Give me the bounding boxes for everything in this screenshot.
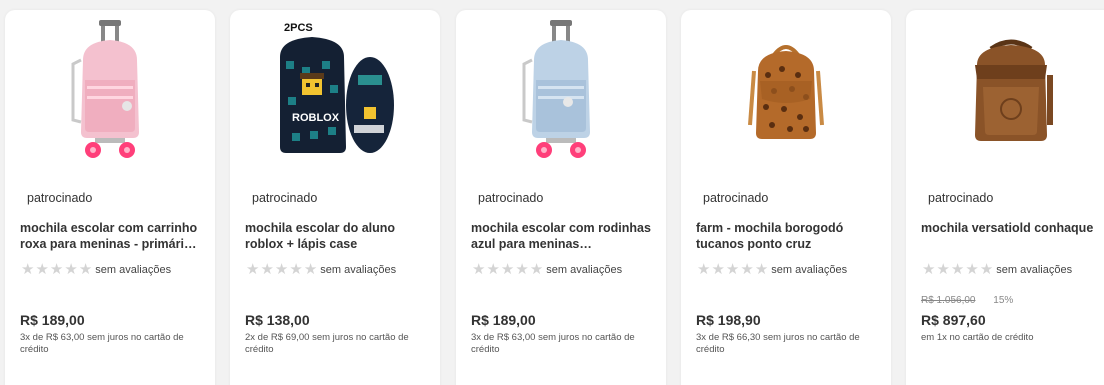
rating-label: sem avaliações bbox=[546, 264, 623, 276]
blue-trolley-backpack-icon bbox=[522, 20, 590, 158]
product-card[interactable]: patrocinado mochila escolar com carrinho… bbox=[5, 10, 215, 385]
rating-label: sem avaliações bbox=[771, 264, 848, 276]
star-icon: ★ bbox=[64, 261, 78, 278]
rating: ★ ★ ★ ★ ★ sem avaliações bbox=[472, 261, 623, 278]
star-icon: ★ bbox=[979, 261, 994, 278]
rating: ★ ★ ★ ★ ★ sem avaliações bbox=[922, 261, 1073, 278]
product-card[interactable]: patrocinado farm - mochila borogodó tuca… bbox=[681, 10, 891, 385]
product-card[interactable]: 2PCS ROBLOX patrocinado mochila escolar … bbox=[230, 10, 440, 385]
installments: 3x de R$ 63,00 sem juros no cartão de cr… bbox=[471, 332, 635, 355]
star-icon: ★ bbox=[486, 261, 500, 278]
star-icon: ★ bbox=[754, 261, 769, 278]
rating-label: sem avaliações bbox=[996, 264, 1073, 276]
installments: 3x de R$ 63,00 sem juros no cartão de cr… bbox=[20, 332, 184, 355]
product-name[interactable]: mochila escolar com carrinho roxa para m… bbox=[20, 220, 206, 252]
leopard-backpack-icon bbox=[748, 45, 824, 139]
roblox-backpack-icon: 2PCS ROBLOX bbox=[280, 22, 394, 153]
price: R$ 138,00 bbox=[245, 312, 310, 328]
sponsored-label: patrocinado bbox=[478, 191, 544, 205]
product-image[interactable] bbox=[906, 10, 1104, 170]
star-icon: ★ bbox=[950, 261, 965, 278]
product-name[interactable]: mochila escolar do aluno roblox + lápis … bbox=[245, 220, 431, 252]
price: R$ 198,90 bbox=[696, 312, 761, 328]
star-icon: ★ bbox=[260, 261, 274, 278]
product-card[interactable]: patrocinado mochila escolar com rodinhas… bbox=[456, 10, 666, 385]
star-icon: ★ bbox=[49, 261, 64, 278]
star-icon: ★ bbox=[529, 261, 544, 278]
price: R$ 189,00 bbox=[20, 312, 85, 328]
image-badge: 2PCS bbox=[284, 22, 313, 34]
rating-label: sem avaliações bbox=[320, 264, 397, 276]
star-icon: ★ bbox=[303, 261, 318, 278]
sponsored-label: patrocinado bbox=[703, 191, 769, 205]
star-icon: ★ bbox=[289, 261, 303, 278]
sponsored-label: patrocinado bbox=[928, 191, 994, 205]
rating: ★ ★ ★ ★ ★ sem avaliações bbox=[697, 261, 848, 278]
rating: ★ ★ ★ ★ ★ sem avaliações bbox=[21, 261, 172, 278]
star-icon: ★ bbox=[936, 261, 950, 278]
product-image[interactable] bbox=[456, 10, 666, 170]
discount-badge: 15% bbox=[993, 295, 1014, 306]
sponsored-label: patrocinado bbox=[252, 191, 318, 205]
product-image[interactable]: 2PCS ROBLOX bbox=[230, 10, 440, 170]
star-icon: ★ bbox=[274, 261, 289, 278]
leather-backpack-icon bbox=[975, 39, 1053, 141]
product-card[interactable]: patrocinado mochila versatiold conhaque … bbox=[906, 10, 1104, 385]
star-icon: ★ bbox=[711, 261, 725, 278]
product-image[interactable] bbox=[5, 10, 215, 170]
star-icon: ★ bbox=[965, 261, 979, 278]
product-name[interactable]: farm - mochila borogodó tucanos ponto cr… bbox=[696, 220, 882, 252]
installments: em 1x no cartão de crédito bbox=[921, 332, 1034, 343]
star-icon: ★ bbox=[500, 261, 515, 278]
price: R$ 189,00 bbox=[471, 312, 536, 328]
rating: ★ ★ ★ ★ ★ sem avaliações bbox=[246, 261, 397, 278]
star-icon: ★ bbox=[472, 261, 486, 278]
price: R$ 897,60 bbox=[921, 312, 986, 328]
rating-label: sem avaliações bbox=[95, 264, 172, 276]
image-brand: ROBLOX bbox=[292, 112, 340, 124]
product-image[interactable] bbox=[681, 10, 891, 170]
product-carousel: patrocinado mochila escolar com carrinho… bbox=[0, 0, 1104, 385]
star-icon: ★ bbox=[246, 261, 260, 278]
product-name[interactable]: mochila escolar com rodinhas azul para m… bbox=[471, 220, 657, 252]
old-price: R$ 1.056,00 bbox=[921, 295, 976, 306]
star-icon: ★ bbox=[922, 261, 936, 278]
star-icon: ★ bbox=[78, 261, 93, 278]
pink-trolley-backpack-icon bbox=[71, 20, 139, 158]
installments: 3x de R$ 66,30 sem juros no cartão de cr… bbox=[696, 332, 860, 355]
star-icon: ★ bbox=[21, 261, 35, 278]
installments: 2x de R$ 69,00 sem juros no cartão de cr… bbox=[245, 332, 409, 355]
star-icon: ★ bbox=[740, 261, 754, 278]
star-icon: ★ bbox=[515, 261, 529, 278]
product-name[interactable]: mochila versatiold conhaque bbox=[921, 220, 1104, 236]
star-icon: ★ bbox=[697, 261, 711, 278]
sponsored-label: patrocinado bbox=[27, 191, 93, 205]
star-icon: ★ bbox=[35, 261, 49, 278]
old-price-row: R$ 1.056,00 15% bbox=[921, 295, 1013, 306]
star-icon: ★ bbox=[725, 261, 740, 278]
